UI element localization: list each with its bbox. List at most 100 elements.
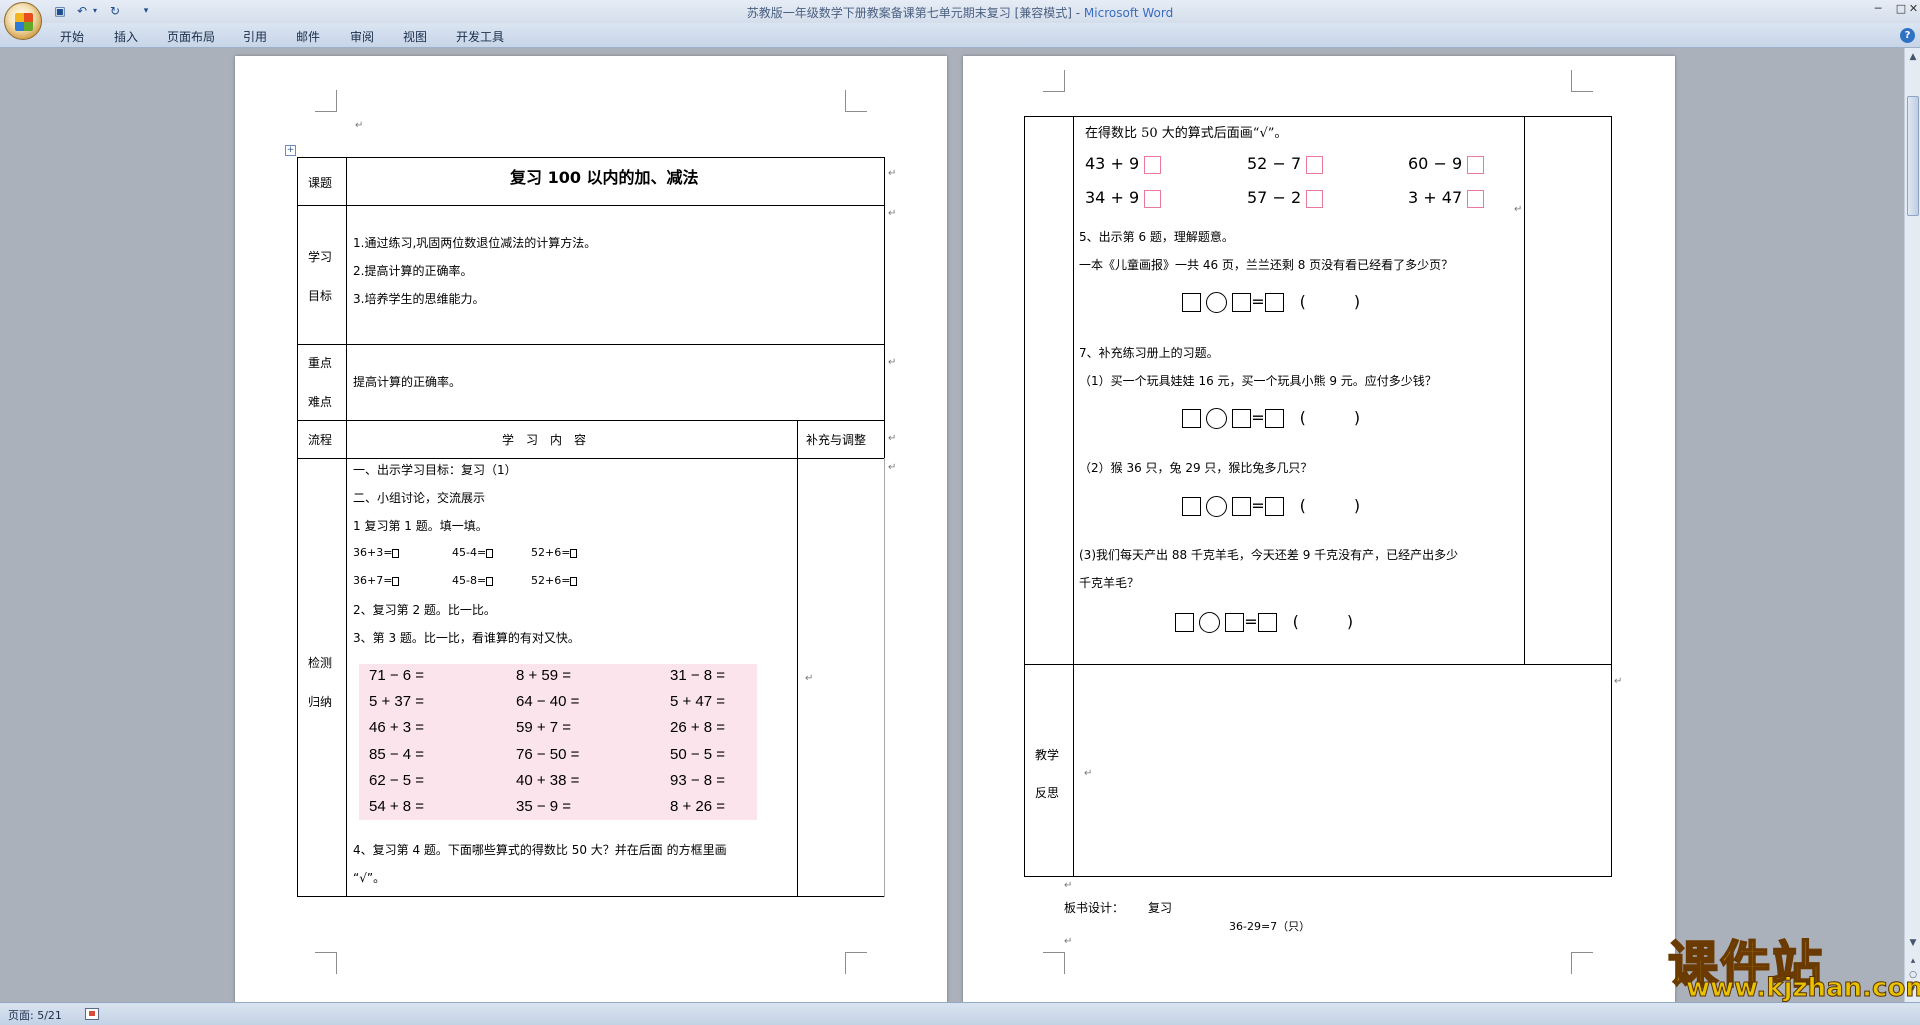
problem: 5 + 47 = bbox=[670, 693, 726, 710]
margin-mark bbox=[845, 952, 867, 974]
unit-paren: ( ) bbox=[1299, 496, 1361, 515]
check-box bbox=[1306, 155, 1324, 174]
question-text: （2）猴 36 只，兔 29 只，猴比兔多几只？ bbox=[1079, 461, 1313, 475]
box-icon bbox=[1182, 293, 1201, 312]
page-right[interactable]: 在得数比 50 大的算式后面画“√”。 43 + 9 52 − 7 60 − 9… bbox=[963, 56, 1675, 1002]
close-button[interactable]: ✕ bbox=[1907, 1, 1920, 19]
table-line bbox=[884, 458, 885, 897]
problem: 8 + 26 = bbox=[670, 798, 726, 815]
document-canvas[interactable]: ↵ + 课题 复习 100 以内的加、减法 学习 目标 1.通过练习,巩固两位数… bbox=[0, 48, 1904, 1002]
label-reflect: 教学 bbox=[1035, 748, 1060, 762]
unit-paren: ( ) bbox=[1292, 612, 1354, 631]
box-icon bbox=[1264, 293, 1284, 312]
table-line bbox=[297, 344, 885, 345]
watermark-url: www.kjzhan.com bbox=[1685, 973, 1920, 1004]
label-goal: 学习 bbox=[308, 250, 333, 264]
tab-references[interactable]: 引用 bbox=[243, 28, 267, 45]
label-key: 难点 bbox=[308, 395, 333, 409]
paragraph-mark: ↵ bbox=[355, 120, 364, 131]
scroll-thumb[interactable] bbox=[1907, 96, 1919, 216]
table-line bbox=[297, 205, 885, 206]
label-topic: 课题 bbox=[308, 176, 333, 190]
check-box bbox=[1144, 155, 1162, 174]
tab-review[interactable]: 审阅 bbox=[350, 28, 374, 45]
minimize-button[interactable]: ─ bbox=[1866, 1, 1890, 19]
table-line bbox=[797, 420, 798, 897]
unit-paren: ( ) bbox=[1299, 292, 1361, 311]
margin-mark bbox=[845, 90, 867, 112]
header-supplement: 补充与调整 bbox=[806, 433, 867, 447]
paragraph-mark: ↵ bbox=[805, 673, 814, 684]
question-text: 千克羊毛？ bbox=[1079, 576, 1140, 590]
problem: 76 − 50 = bbox=[516, 746, 580, 763]
problem: 35 − 9 = bbox=[516, 798, 572, 815]
check-item: 60 − 9 bbox=[1408, 154, 1485, 174]
paragraph-mark: ↵ bbox=[888, 433, 897, 444]
check-item: 43 + 9 bbox=[1085, 154, 1162, 174]
problem: 46 + 3 = bbox=[369, 719, 425, 736]
paragraph-mark: ↵ bbox=[888, 168, 897, 179]
goal-item: 3.培养学生的思维能力。 bbox=[353, 292, 485, 306]
check-item: 57 − 2 bbox=[1247, 188, 1324, 208]
previous-page-icon[interactable]: ▴ bbox=[1908, 956, 1918, 966]
answer-box bbox=[570, 548, 578, 558]
tab-developer[interactable]: 开发工具 bbox=[456, 28, 504, 45]
label-reflect: 反思 bbox=[1035, 786, 1060, 800]
question-text: (3)我们每天产出 88 千克羊毛，今天还差 9 千克没有产，已经产出多少 bbox=[1079, 548, 1459, 562]
check-expr: 3 + 47 bbox=[1408, 188, 1463, 207]
box-icon bbox=[1182, 409, 1201, 428]
label-flow: 流程 bbox=[308, 433, 333, 447]
scroll-down-icon[interactable]: ▼ bbox=[1908, 938, 1918, 948]
ribbon-tabs: 开始 插入 页面布局 引用 邮件 审阅 视图 开发工具 ? bbox=[0, 23, 1920, 48]
fill-item: 36+3= bbox=[353, 546, 400, 559]
check-expr: 52 − 7 bbox=[1247, 154, 1302, 173]
vertical-scrollbar[interactable]: ▲ ▼ ▴ ○ ▾ bbox=[1904, 48, 1920, 1002]
board-design-label: 板书设计： bbox=[1064, 901, 1125, 915]
margin-mark bbox=[315, 952, 337, 974]
problem: 40 + 38 = bbox=[516, 772, 580, 789]
fill-item: 36+7= bbox=[353, 574, 400, 587]
label-check: 归纳 bbox=[308, 695, 333, 709]
proofing-icon[interactable] bbox=[85, 1008, 99, 1020]
intro-label: 在得数比 50 大的算式后面画“√”。 bbox=[1085, 126, 1288, 141]
answer-box bbox=[392, 548, 400, 558]
step-text: 3、第 3 题。比一比，看谁算的有对又快。 bbox=[353, 631, 580, 645]
tab-insert[interactable]: 插入 bbox=[114, 28, 138, 45]
tab-page-layout[interactable]: 页面布局 bbox=[167, 28, 215, 45]
fill-item: 52+6= bbox=[531, 574, 578, 587]
problem: 71 − 6 = bbox=[369, 667, 425, 684]
office-button[interactable] bbox=[4, 2, 42, 40]
help-icon[interactable]: ? bbox=[1900, 28, 1915, 43]
scroll-up-icon[interactable]: ▲ bbox=[1908, 52, 1918, 62]
page-indicator[interactable]: 页面: 5/21 bbox=[8, 1007, 62, 1023]
circle-icon bbox=[1206, 496, 1228, 517]
paragraph-mark: ↵ bbox=[1064, 936, 1073, 947]
problem: 59 + 7 = bbox=[516, 719, 572, 736]
tab-view[interactable]: 视图 bbox=[403, 28, 427, 45]
problem: 8 + 59 = bbox=[516, 667, 572, 684]
box-icon bbox=[1257, 613, 1277, 632]
board-equation: 36-29=7（只） bbox=[1229, 920, 1311, 933]
watermark-logo: 课件站 www.kjzhan.com bbox=[1667, 925, 1920, 1004]
margin-mark bbox=[1043, 952, 1065, 974]
office-logo-icon bbox=[15, 13, 33, 31]
margin-mark bbox=[1571, 70, 1593, 92]
goal-item: 1.通过练习,巩固两位数退位减法的计算方法。 bbox=[353, 236, 597, 250]
label-key: 重点 bbox=[308, 356, 333, 370]
answer-box bbox=[486, 576, 494, 586]
table-line bbox=[1024, 876, 1612, 877]
page-left[interactable]: ↵ + 课题 复习 100 以内的加、减法 学习 目标 1.通过练习,巩固两位数… bbox=[235, 56, 947, 1002]
table-move-handle-icon[interactable]: + bbox=[285, 145, 296, 156]
table-line bbox=[346, 157, 347, 897]
box-icon bbox=[1182, 497, 1201, 516]
margin-mark bbox=[1571, 952, 1593, 974]
problem: 5 + 37 = bbox=[369, 693, 425, 710]
header-content: 学 习 内 容 bbox=[502, 433, 587, 447]
tab-home[interactable]: 开始 bbox=[60, 28, 84, 45]
step-text: 2、复习第 2 题。比一比。 bbox=[353, 603, 496, 617]
check-expr: 43 + 9 bbox=[1085, 154, 1140, 173]
box-icon bbox=[1232, 497, 1252, 516]
tab-mailings[interactable]: 邮件 bbox=[296, 28, 320, 45]
table-line bbox=[1524, 116, 1525, 665]
check-box bbox=[1144, 189, 1162, 208]
